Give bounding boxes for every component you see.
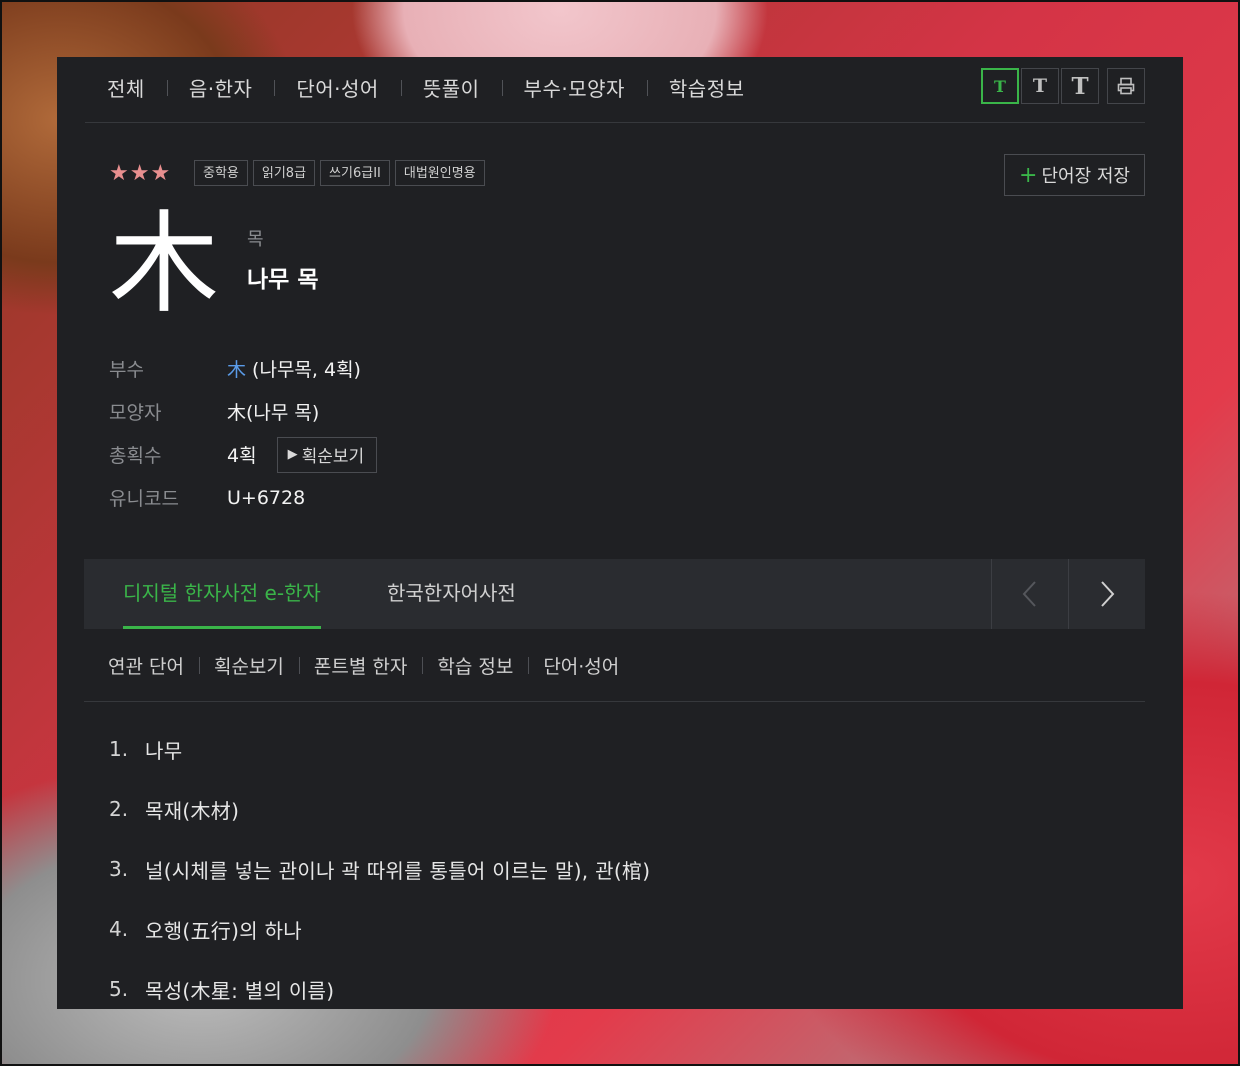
tab-arrows: [991, 559, 1145, 629]
meaning-number: 5.: [109, 977, 129, 1001]
meaning-item: 3. 널(시체를 넣는 관이나 곽 따위를 통틀어 이르는 말), 관(棺): [109, 839, 650, 899]
meaning-text: 널(시체를 넣는 관이나 곽 따위를 통틀어 이르는 말), 관(棺): [145, 858, 651, 883]
unicode-label: 유니코드: [109, 488, 179, 510]
chevron-right-icon: [1101, 581, 1115, 607]
meaning-number: 4.: [109, 917, 129, 941]
badge-middle-school: 중학용: [194, 160, 248, 186]
font-size-large-button[interactable]: T: [1061, 68, 1099, 104]
meaning-text: 목재(木材): [145, 798, 240, 823]
hanja-sound: 목: [247, 229, 264, 250]
print-button[interactable]: [1107, 68, 1145, 104]
badge-reading-level: 읽기8급: [252, 160, 316, 186]
radical-label: 부수: [109, 359, 144, 381]
meaning-item: 4. 오행(五行)의 하나: [109, 899, 650, 959]
nav-study-info[interactable]: 학습정보: [646, 73, 767, 102]
info-row-radical: 부수 木 (나무목, 4획): [109, 347, 377, 390]
subnav-study-info[interactable]: 학습 정보: [422, 652, 528, 679]
font-size-small-button[interactable]: T: [981, 68, 1019, 104]
meaning-text: 목성(木星: 별의 이름): [145, 978, 335, 1003]
info-row-unicode: 유니코드 U+6728: [109, 476, 377, 519]
meaning-item: 5. 목성(木星: 별의 이름): [109, 959, 650, 1019]
strokes-label: 총획수: [109, 445, 162, 467]
info-row-strokes: 총획수 4획 ▶ 획순보기: [109, 433, 378, 476]
unicode-value: U+6728: [227, 486, 306, 509]
nav-words-idioms[interactable]: 단어·성어: [274, 73, 400, 102]
subnav-stroke-order[interactable]: 획순보기: [198, 652, 299, 679]
level-stars: ★★★: [109, 161, 172, 186]
meaning-item: 1. 나무: [109, 719, 650, 779]
prev-tab-button[interactable]: [991, 559, 1068, 629]
meaning-item: 2. 목재(木材): [109, 779, 650, 839]
chevron-left-icon: [1022, 581, 1036, 607]
meaning-number: 3.: [109, 857, 129, 881]
plus-icon: +: [1019, 162, 1038, 188]
hanja-meaning-sound: 나무 목: [247, 267, 319, 293]
nav-meaning[interactable]: 뜻풀이: [400, 73, 502, 102]
nav-sound-hanja[interactable]: 음·한자: [166, 73, 275, 102]
font-size-medium-button[interactable]: T: [1021, 68, 1059, 104]
shape-value: 木(나무 목): [227, 402, 320, 424]
radical-value: 木 (나무목, 4획): [227, 355, 361, 382]
meaning-number: 1.: [109, 737, 129, 761]
hanja-info-table: 부수 木 (나무목, 4획) 모양자 木(나무 목) 총획수 4획 ▶ 획순보기…: [109, 347, 378, 519]
info-row-shape: 모양자 木(나무 목): [109, 390, 377, 433]
meaning-text: 나무: [145, 738, 183, 763]
stroke-order-button[interactable]: ▶ 획순보기: [276, 436, 378, 473]
badge-name-use: 대법원인명용: [394, 160, 485, 186]
tab-korean-hanja-word-dictionary[interactable]: 한국한자어사전: [387, 559, 516, 629]
print-icon: [1117, 77, 1135, 95]
source-tab-bar: 디지털 한자사전 e-한자 한국한자어사전: [84, 559, 1145, 629]
meaning-number: 2.: [109, 797, 129, 821]
shape-label: 모양자: [109, 402, 162, 424]
save-button-label: 단어장 저장: [1041, 166, 1130, 187]
nav-all[interactable]: 전체: [85, 73, 167, 102]
nav-radical-shape[interactable]: 부수·모양자: [501, 73, 647, 102]
section-sub-navigation: 연관 단어 획순보기 폰트별 한자 학습 정보 단어·성어: [84, 629, 1145, 702]
next-tab-button[interactable]: [1068, 559, 1145, 629]
meanings-list: 1. 나무 2. 목재(木材) 3. 널(시체를 넣는 관이나 곽 따위를 통틀어 이…: [109, 719, 650, 1019]
strokes-value: 4획: [227, 445, 257, 467]
meaning-text: 오행(五行)의 하나: [145, 918, 302, 943]
subnav-related-words[interactable]: 연관 단어: [84, 652, 199, 679]
stroke-order-label: 획순보기: [301, 447, 365, 467]
play-icon: ▶: [287, 447, 298, 462]
font-size-controls: T T T: [979, 68, 1145, 104]
tab-digital-hanja-dictionary[interactable]: 디지털 한자사전 e-한자: [123, 559, 321, 629]
save-to-wordbook-button[interactable]: + 단어장 저장: [1004, 154, 1145, 196]
hanja-character: 木: [109, 200, 219, 328]
hanja-dictionary-panel: 전체 음·한자 단어·성어 뜻풀이 부수·모양자 학습정보 T T T ★★★ …: [57, 57, 1183, 1009]
radical-desc: (나무목, 4획): [246, 359, 361, 381]
subnav-words-idioms[interactable]: 단어·성어: [528, 652, 634, 679]
level-badges: 중학용 읽기8급 쓰기6급II 대법원인명용: [194, 160, 490, 186]
radical-link[interactable]: 木: [227, 359, 246, 381]
subnav-fonts[interactable]: 폰트별 한자: [298, 652, 422, 679]
top-navigation: 전체 음·한자 단어·성어 뜻풀이 부수·모양자 학습정보 T T T: [85, 57, 1145, 123]
badge-writing-level: 쓰기6급II: [320, 160, 390, 186]
